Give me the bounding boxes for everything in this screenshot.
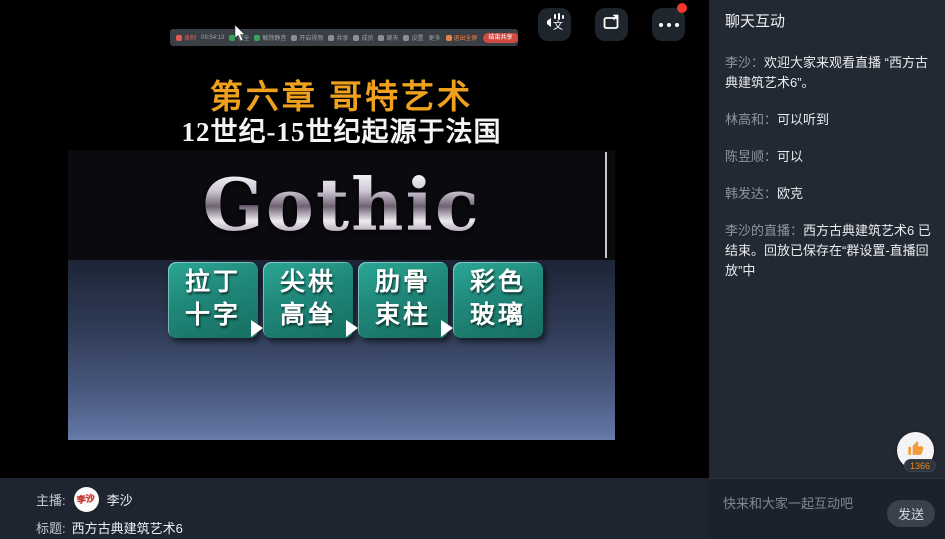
stop-share-button[interactable]: 结束共享 [483,33,518,43]
screen-share-toolbar: 录制 09:54:13 安全 解除静音 开启视频 共享 [170,29,518,46]
concept-box-pointed-arch: 尖栱 高耸 [263,262,353,338]
chat-system-message: 李沙的直播：西方古典建筑艺术6 已结束。回放已保存在“群设置-直播回放”中 [725,221,931,281]
mouse-cursor-icon [234,25,246,47]
notification-dot [677,3,687,13]
stream-title-value: 西方古典建筑艺术6 [72,518,183,537]
toolbar-item-more[interactable]: 更多 [428,33,440,42]
chat-panel-title: 聊天互动 [709,0,945,31]
chat-input-bar: 发送 [709,478,945,539]
host-label: 主播: [36,490,66,509]
send-button[interactable]: 发送 [887,500,935,527]
concept-box-latin-cross: 拉丁 十字 [168,262,258,338]
camera-icon [291,35,297,41]
chat-message-input[interactable] [723,489,873,517]
toolbar-item-exit-fullscreen[interactable]: 退出全屏 [446,33,478,42]
toolbar-item-members[interactable]: 成员 [353,33,373,42]
gothic-wordmark-text: Gothic [202,169,480,241]
concept-box-ribbed-columns: 肋骨 束柱 [358,262,448,338]
stream-title-row: 标题: 西方古典建筑艺术6 [36,518,727,537]
more-options-button[interactable] [652,8,685,41]
toolbar-item-chat[interactable]: 聊天 [378,33,398,42]
chat-message-list: 李沙：欢迎大家来观看直播 “西方古典建筑艺术6”。 林高和：可以听到 陈昱顺：可… [709,31,945,281]
chat-panel: 聊天互动 李沙：欢迎大家来观看直播 “西方古典建筑艺术6”。 林高和：可以听到 … [709,0,945,478]
toolbar-item-record[interactable]: 录制 [176,33,196,42]
host-row: 主播: 李沙 李沙 [36,487,727,512]
chat-message: 林高和：可以听到 [725,110,931,130]
toolbar-item-mute[interactable]: 解除静音 [254,33,286,42]
flow-arrow-icon [441,320,453,337]
toolbar-item-timer: 09:54:13 [201,35,224,41]
slide-subtitle: 12世纪-15世纪起源于法国 [68,110,615,149]
ellipsis-icon [659,23,679,27]
broadcaster-info-bar: 主播: 李沙 李沙 标题: 西方古典建筑艺术6 [0,478,709,539]
like-count-badge: 1366 [904,459,936,472]
seal-stamp: 李沙 [77,494,96,505]
stream-title-label: 标题: [36,518,66,537]
flow-arrow-icon [251,320,263,337]
toolbar-item-share[interactable]: 共享 [328,33,348,42]
host-name: 李沙 [107,490,133,509]
share-window-button[interactable] [595,8,628,41]
toolbar-item-video[interactable]: 开启视频 [291,33,323,42]
concept-box-stained-glass: 彩色 玻璃 [453,262,543,338]
exit-fullscreen-icon [446,35,452,41]
flow-arrow-icon [346,320,358,337]
toolbar-item-settings[interactable]: 设置 [403,33,423,42]
slide-cursor-line [605,152,607,258]
members-icon [353,35,359,41]
chat-icon [378,35,384,41]
mic-icon [254,35,260,41]
video-area: 录制 09:54:13 安全 解除静音 开启视频 共享 [0,0,709,478]
gothic-wordmark-image: Gothic [68,150,615,260]
chat-message: 李沙：欢迎大家来观看直播 “西方古典建筑艺术6”。 [725,53,931,93]
voice-to-text-icon: 文 [545,12,565,37]
chat-message: 韩发达：欧克 [725,184,931,204]
share-screen-icon [328,35,334,41]
chat-message: 陈昱顺：可以 [725,147,931,167]
interpretation-captions-button[interactable]: 文 [538,8,571,41]
gear-icon [403,35,409,41]
presentation-slide: Gothic 拉丁 十字 尖栱 高耸 肋骨 束柱 彩色 玻璃 [68,150,615,440]
window-rotate-icon [602,12,622,37]
host-avatar[interactable]: 李沙 [74,487,99,512]
svg-text:文: 文 [553,19,563,32]
live-stream-window: 录制 09:54:13 安全 解除静音 开启视频 共享 [0,0,945,539]
record-icon [176,35,182,41]
